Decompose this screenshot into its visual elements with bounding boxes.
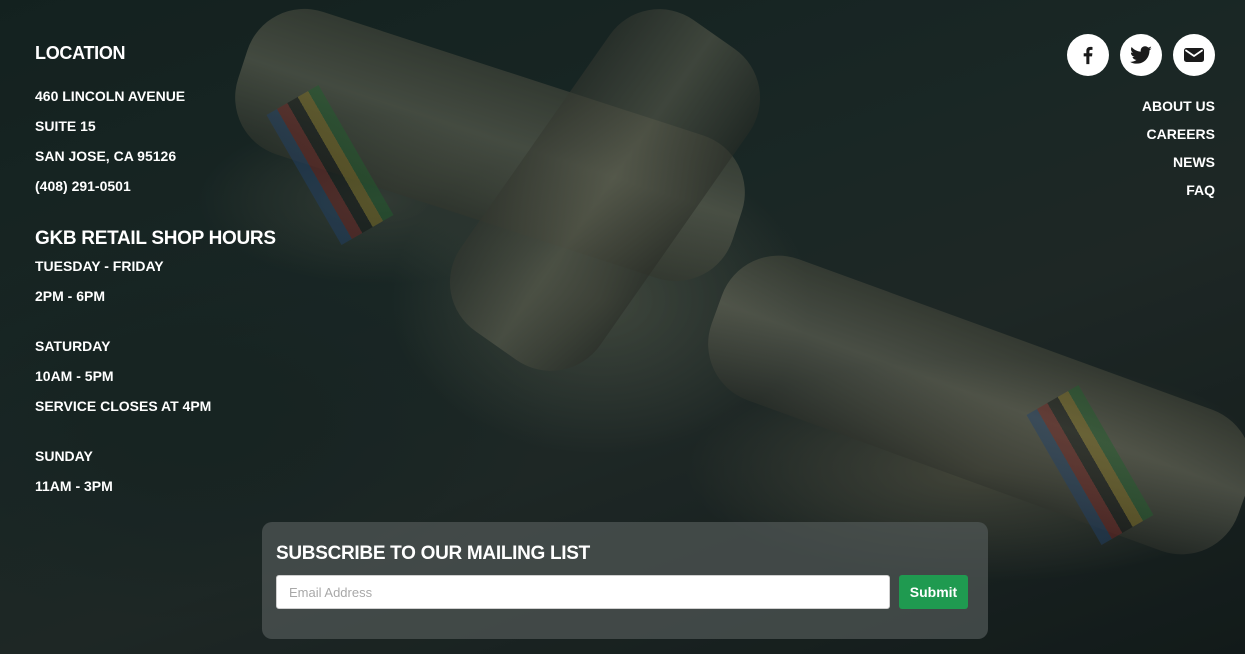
store-info: LOCATION 460 LINCOLN AVENUE SUITE 15 SAN… — [35, 41, 335, 501]
hours-saturday-label: SATURDAY — [35, 338, 111, 354]
address-city: SAN JOSE, CA 95126 — [35, 148, 177, 164]
site-footer: LOCATION 460 LINCOLN AVENUE SUITE 15 SAN… — [0, 0, 1245, 654]
twitter-link[interactable] — [1120, 34, 1162, 76]
nav-faq[interactable]: FAQ — [1142, 176, 1215, 204]
hours-weekday-label: TUESDAY - FRIDAY — [35, 258, 164, 274]
mailing-list-panel: SUBSCRIBE TO OUR MAILING LIST Submit — [262, 522, 988, 639]
phone-number: (408) 291-0501 — [35, 178, 131, 194]
nav-careers[interactable]: CAREERS — [1142, 120, 1215, 148]
hours-heading: GKB RETAIL SHOP HOURS — [35, 228, 276, 249]
facebook-link[interactable] — [1067, 34, 1109, 76]
hours-sunday-label: SUNDAY — [35, 448, 93, 464]
social-links — [1067, 34, 1215, 76]
facebook-icon — [1077, 44, 1099, 66]
hours-saturday-note: SERVICE CLOSES AT 4PM — [35, 398, 212, 414]
nav-news[interactable]: NEWS — [1142, 148, 1215, 176]
location-heading: LOCATION — [35, 43, 126, 63]
mail-icon — [1182, 43, 1206, 67]
address-line-2: SUITE 15 — [35, 118, 96, 134]
submit-button[interactable]: Submit — [899, 575, 968, 609]
hours-weekday-time: 2PM - 6PM — [35, 288, 106, 304]
hours-sunday-time: 11AM - 3PM — [35, 478, 113, 494]
nav-about-us[interactable]: ABOUT US — [1142, 92, 1215, 120]
footer-nav: ABOUT US CAREERS NEWS FAQ — [1142, 92, 1215, 204]
email-address-input[interactable] — [276, 575, 890, 609]
hours-saturday-time: 10AM - 5PM — [35, 368, 114, 384]
address-block: 460 LINCOLN AVENUE SUITE 15 SAN JOSE, CA… — [35, 81, 335, 201]
email-link[interactable] — [1173, 34, 1215, 76]
mailing-list-title: SUBSCRIBE TO OUR MAILING LIST — [276, 543, 590, 564]
address-line-1: 460 LINCOLN AVENUE — [35, 88, 186, 104]
twitter-icon — [1128, 42, 1154, 68]
mailing-list-form: Submit — [276, 575, 974, 609]
